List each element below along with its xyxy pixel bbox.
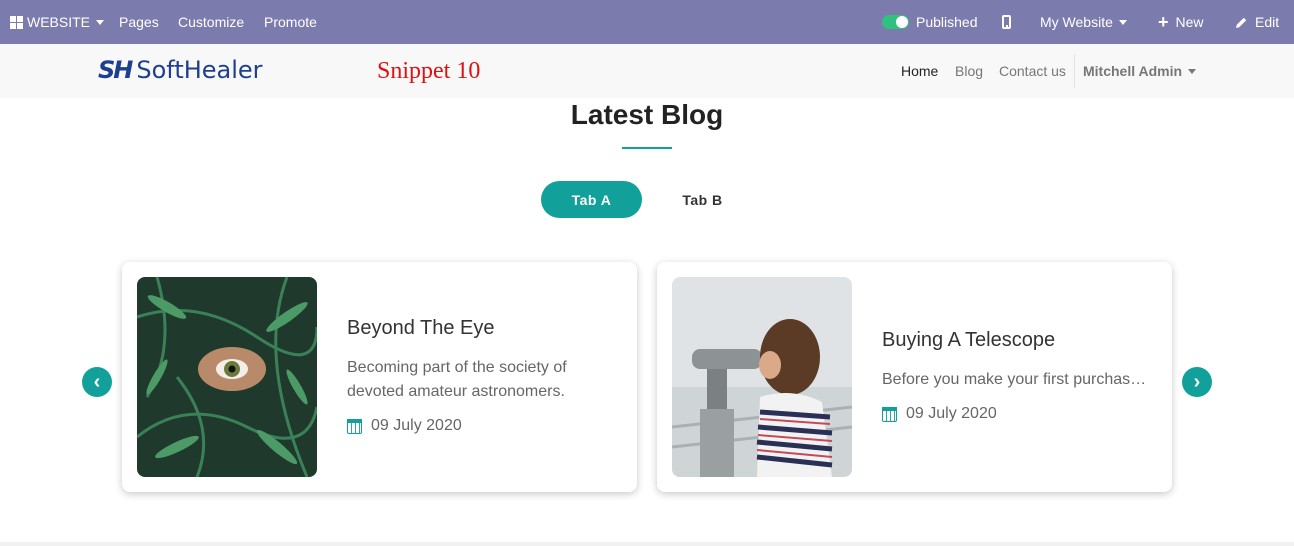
calendar-icon — [347, 418, 362, 434]
company-logo[interactable]: SH SoftHealer — [98, 56, 263, 84]
logo-text: SoftHealer — [136, 56, 263, 84]
mobile-preview-button[interactable] — [1002, 0, 1011, 44]
admin-navbar: WEBSITE Pages Customize Promote Publishe… — [0, 0, 1294, 44]
new-label: New — [1175, 14, 1204, 30]
caret-down-icon — [1188, 68, 1197, 74]
caret-down-icon — [96, 19, 105, 25]
post-description: Before you make your first purchase, … — [882, 371, 1152, 388]
logo-mark: SH — [98, 56, 133, 84]
carousel-next-button[interactable]: › — [1182, 367, 1212, 397]
calendar-icon — [882, 406, 897, 422]
website-menu-label: WEBSITE — [27, 14, 91, 30]
blog-card[interactable]: Buying A Telescope Before you make your … — [657, 262, 1172, 492]
post-date-text: 09 July 2020 — [906, 405, 997, 422]
title-underline — [622, 147, 672, 149]
post-date: 09 July 2020 — [882, 405, 997, 423]
nav-contact-us[interactable]: Contact us — [999, 44, 1066, 98]
customize-menu[interactable]: Customize — [178, 0, 244, 44]
published-label: Published — [916, 14, 978, 30]
post-title[interactable]: Buying A Telescope — [882, 329, 1055, 352]
toggle-switch-icon — [882, 15, 909, 29]
tab-b[interactable]: Tab B — [652, 181, 753, 218]
promote-menu[interactable]: Promote — [264, 0, 317, 44]
blog-card[interactable]: Beyond The Eye Becoming part of the soci… — [122, 262, 637, 492]
post-title[interactable]: Beyond The Eye — [347, 317, 495, 340]
user-name: Mitchell Admin — [1083, 63, 1183, 79]
pages-menu[interactable]: Pages — [119, 0, 159, 44]
published-toggle[interactable]: Published — [882, 0, 978, 44]
plus-icon: + — [1158, 12, 1169, 32]
my-website-label: My Website — [1040, 14, 1113, 30]
nav-divider — [1074, 54, 1075, 88]
apps-grid-icon — [10, 15, 23, 29]
chevron-left-icon: ‹ — [93, 371, 101, 393]
website-menu[interactable]: WEBSITE — [10, 0, 105, 44]
site-header: SH SoftHealer Snippet 10 Home Blog Conta… — [0, 44, 1294, 98]
post-date: 09 July 2020 — [347, 417, 462, 435]
carousel-prev-button[interactable]: ‹ — [82, 367, 112, 397]
telescope-photo[interactable] — [672, 277, 852, 477]
post-description: Becoming part of the society of devoted … — [347, 359, 567, 400]
snippet-label: Snippet 10 — [377, 58, 481, 84]
caret-down-icon — [1118, 19, 1127, 25]
post-date-text: 09 July 2020 — [371, 417, 462, 434]
section-title: Latest Blog — [570, 99, 724, 130]
nav-blog[interactable]: Blog — [955, 44, 983, 98]
fern-eye-photo[interactable] — [137, 277, 317, 477]
new-button[interactable]: + New — [1158, 0, 1204, 44]
section-bottom-rule — [0, 542, 1294, 546]
edit-button[interactable]: Edit — [1235, 0, 1279, 44]
nav-home[interactable]: Home — [901, 44, 938, 98]
pencil-icon — [1235, 16, 1248, 29]
user-menu[interactable]: Mitchell Admin — [1083, 44, 1197, 98]
tab-a[interactable]: Tab A — [541, 181, 642, 218]
chevron-right-icon: › — [1193, 371, 1201, 393]
my-website-menu[interactable]: My Website — [1040, 0, 1127, 44]
mobile-icon — [1002, 15, 1011, 29]
edit-label: Edit — [1255, 14, 1280, 30]
